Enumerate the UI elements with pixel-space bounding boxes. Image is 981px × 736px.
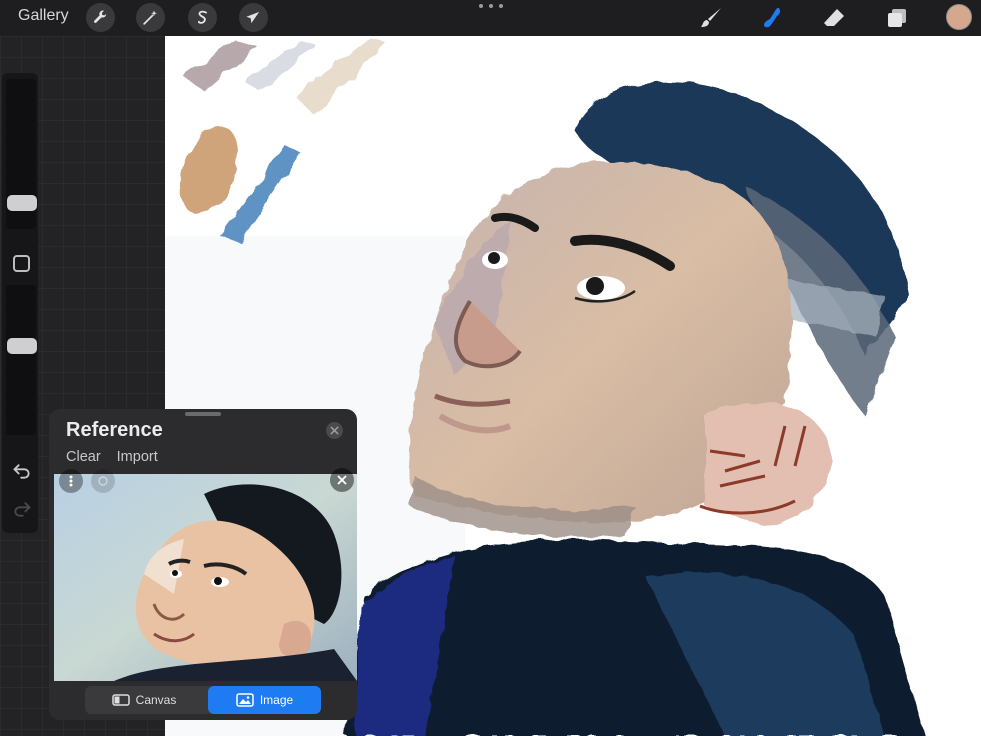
transform-button[interactable]	[239, 3, 268, 32]
transform-arrow-icon	[246, 11, 260, 24]
opacity-slider[interactable]	[6, 285, 36, 435]
color-picker-swatch[interactable]	[946, 4, 972, 30]
brush-icon	[701, 8, 721, 27]
reference-mode-segmented-control: Canvas Image	[85, 686, 321, 714]
reference-drag-handle[interactable]	[185, 412, 221, 416]
reference-mode-image[interactable]: Image	[208, 686, 321, 714]
magic-wand-icon	[143, 10, 157, 25]
canvas-mode-label: Canvas	[135, 693, 177, 707]
adjustments-button[interactable]	[136, 3, 165, 32]
sweater-strokes	[345, 539, 925, 736]
smudge-tool[interactable]	[758, 4, 786, 32]
image-mode-icon	[236, 693, 254, 707]
brush-tool[interactable]	[697, 4, 725, 32]
selection-button[interactable]	[188, 3, 217, 32]
eraser-tool[interactable]	[820, 4, 848, 32]
smudge-icon	[764, 7, 781, 28]
close-icon	[330, 426, 339, 435]
more-vertical-icon	[69, 475, 73, 487]
eraser-icon	[824, 9, 844, 26]
reference-clear-button[interactable]: Clear	[66, 449, 101, 465]
close-icon	[337, 475, 347, 485]
reference-close-button[interactable]	[326, 422, 343, 439]
layers-tool[interactable]	[883, 4, 911, 32]
opacity-knob[interactable]	[7, 338, 37, 354]
modify-button[interactable]	[13, 255, 30, 272]
reference-title: Reference	[66, 419, 163, 441]
reference-portrait-image	[54, 474, 357, 681]
sidebar	[2, 73, 38, 533]
reference-image-menu-button[interactable]	[59, 469, 83, 493]
reference-mode-canvas[interactable]: Canvas	[85, 686, 203, 714]
reference-image-close-button[interactable]	[330, 468, 354, 492]
top-toolbar: Gallery	[0, 0, 981, 36]
wrench-icon	[93, 10, 107, 23]
actions-button[interactable]	[86, 3, 115, 32]
reference-photo[interactable]	[54, 474, 357, 681]
reference-import-button[interactable]: Import	[117, 449, 158, 465]
color-swatch-strokes	[179, 38, 385, 242]
layers-icon	[888, 9, 906, 27]
target-icon	[98, 476, 108, 486]
brush-size-knob[interactable]	[7, 195, 37, 211]
reference-sample-button[interactable]	[91, 469, 115, 493]
selection-icon	[197, 10, 207, 24]
image-mode-label: Image	[259, 693, 294, 707]
reference-actions: Clear Import	[66, 449, 174, 465]
procreate-window: Gallery Reference Clear Import Canvas Im…	[0, 0, 981, 736]
gallery-button[interactable]: Gallery	[18, 7, 69, 25]
canvas-mode-icon	[111, 694, 130, 706]
undo-icon[interactable]	[12, 461, 32, 481]
reference-panel: Reference Clear Import Canvas Image	[49, 409, 357, 720]
redo-icon[interactable]	[12, 499, 32, 519]
more-menu-dots[interactable]	[479, 4, 503, 16]
